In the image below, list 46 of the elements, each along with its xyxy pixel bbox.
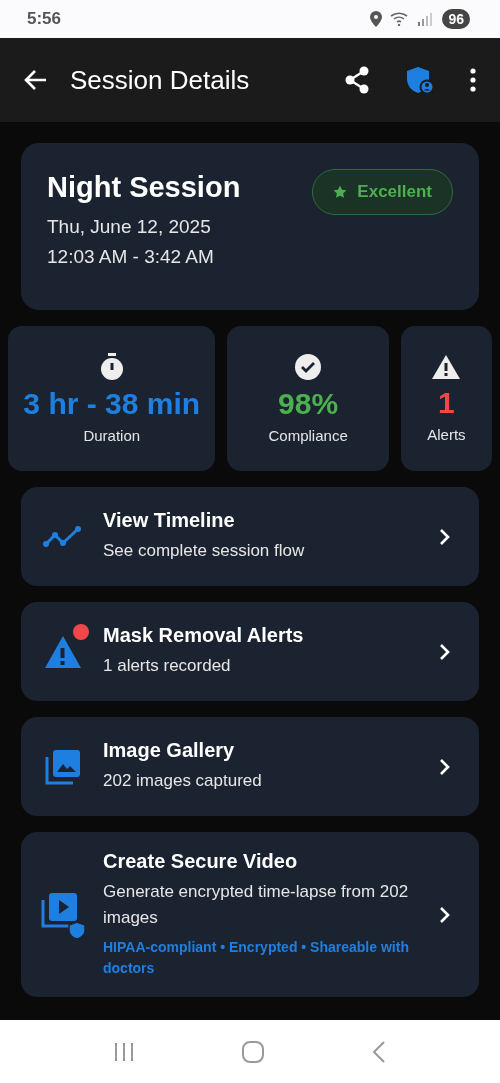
stat-value: 1 — [438, 386, 455, 420]
location-icon — [370, 11, 383, 27]
action-subtitle: See complete session flow — [103, 540, 306, 562]
action-card[interactable]: Image Gallery 202 images captured — [21, 717, 479, 816]
back-button[interactable] — [24, 69, 48, 91]
chevron-right-icon — [439, 527, 451, 546]
recent-apps-button[interactable] — [113, 1041, 135, 1062]
line-chart-icon — [43, 525, 83, 548]
battery-level: 96 — [442, 9, 470, 29]
chevron-right-icon — [439, 905, 451, 924]
session-time-range: 12:03 AM - 3:42 AM — [47, 246, 215, 268]
action-card[interactable]: Create Secure Video Generate encrypted time-lapse from 202 images HIPAA-compliant • Encrypted • Shareable with doctors — [21, 832, 479, 997]
warning-icon — [44, 634, 82, 669]
stat-label: Compliance — [268, 427, 348, 444]
action-title: Mask Removal Alerts — [103, 624, 305, 647]
status-time: 5:56 — [27, 9, 62, 29]
stat-label: Alerts — [427, 426, 466, 443]
more-menu-button[interactable] — [470, 68, 476, 92]
privacy-shield-button[interactable] — [406, 66, 434, 94]
warning-icon — [431, 354, 462, 380]
session-title: Night Session — [47, 171, 241, 204]
stat-value: 3 hr - 38 min — [23, 387, 201, 421]
action-subtitle: 202 images captured — [103, 770, 263, 792]
share-button[interactable] — [344, 66, 370, 94]
stat-label: Duration — [83, 427, 141, 444]
action-title: Image Gallery — [103, 739, 236, 762]
chevron-right-icon — [439, 757, 451, 776]
chevron-right-icon — [439, 642, 451, 661]
signal-icon — [418, 12, 435, 26]
video-library-shield-icon — [41, 891, 85, 938]
action-subtitle: Generate encrypted time-lapse from 202 images — [103, 881, 410, 929]
action-title: Create Secure Video — [103, 850, 299, 873]
session-date: Thu, June 12, 2025 — [47, 216, 212, 238]
stopwatch-icon — [98, 353, 125, 381]
home-button[interactable] — [241, 1039, 265, 1064]
action-title: View Timeline — [103, 509, 236, 532]
screen-title: Session Details — [70, 64, 251, 96]
action-note: HIPAA-compliant • Encrypted • Shareable with doctors — [103, 938, 410, 978]
action-subtitle: 1 alerts recorded — [103, 655, 232, 677]
stat-value: 98% — [278, 387, 339, 421]
action-card[interactable]: Mask Removal Alerts 1 alerts recorded — [21, 602, 479, 701]
back-nav-button[interactable] — [371, 1039, 387, 1064]
rating-badge: Excellent — [312, 169, 453, 215]
photo-library-icon — [45, 748, 81, 785]
action-card[interactable]: View Timeline See complete session flow — [21, 487, 479, 586]
check-circle-icon — [294, 353, 323, 381]
